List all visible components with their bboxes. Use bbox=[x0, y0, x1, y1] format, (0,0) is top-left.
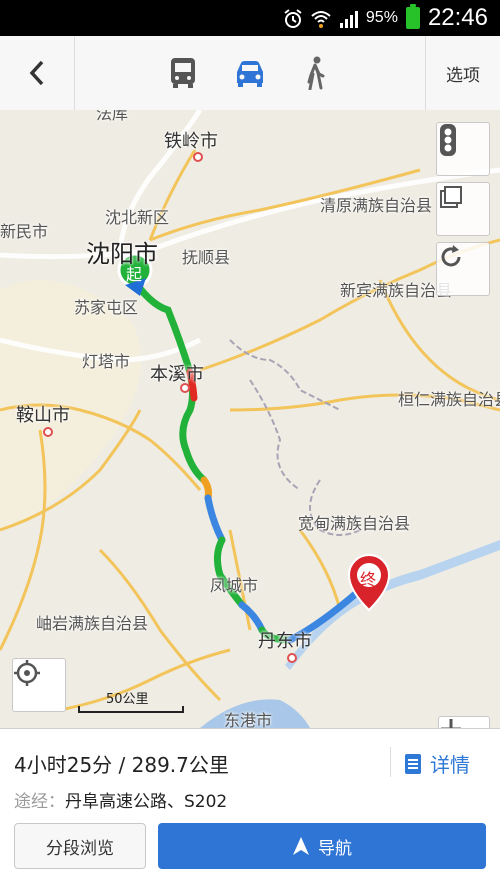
locate-me-button[interactable] bbox=[12, 658, 66, 712]
city-label-sujiatun: 苏家屯区 bbox=[74, 298, 139, 317]
city-label-xiuyan: 岫岩满族自治县 bbox=[36, 614, 149, 633]
clock: 22:46 bbox=[427, 4, 488, 31]
route-toolbar: 选项 bbox=[0, 36, 500, 111]
city-label-donggang: 东港市 bbox=[224, 711, 273, 728]
city-label-fushun: 抚顺县 bbox=[182, 248, 231, 267]
refresh-button[interactable] bbox=[436, 242, 490, 296]
bus-icon bbox=[171, 58, 195, 88]
alarm-icon bbox=[282, 8, 302, 28]
battery-percent: 95% bbox=[365, 9, 398, 26]
car-mode-button[interactable] bbox=[217, 36, 283, 110]
battery-icon bbox=[405, 4, 420, 29]
map-scale: 50公里 bbox=[78, 686, 184, 713]
segment-browse-button[interactable]: 分段浏览 bbox=[14, 823, 146, 869]
route-summary: 4小时25分 / 289.7公里 bbox=[14, 753, 229, 777]
city-label-benxi: 本溪市 bbox=[150, 364, 204, 385]
detail-label: 详情 bbox=[430, 753, 470, 777]
city-label-shenbei: 沈北新区 bbox=[105, 208, 170, 227]
via-value: 丹阜高速公路、S202 bbox=[65, 792, 228, 812]
back-button[interactable] bbox=[0, 36, 75, 110]
city-label-shenyang: 沈阳市 bbox=[86, 240, 158, 268]
detail-button[interactable]: 详情 bbox=[404, 749, 470, 778]
traffic-toggle-button[interactable] bbox=[436, 122, 490, 176]
bus-mode-button[interactable] bbox=[150, 36, 216, 110]
via-label: 途经： bbox=[14, 792, 65, 812]
city-label-huanren: 桓仁满族自治县 bbox=[398, 390, 500, 409]
city-label-dengta: 灯塔市 bbox=[82, 352, 131, 371]
city-label-tieling: 铁岭市 bbox=[164, 131, 218, 152]
layers-button[interactable] bbox=[436, 182, 490, 236]
navigation-arrow-icon bbox=[293, 837, 309, 855]
scale-label: 50公里 bbox=[106, 692, 149, 707]
city-label-fengcheng: 凤城市 bbox=[210, 576, 259, 595]
walk-icon bbox=[307, 56, 325, 90]
layers-icon bbox=[440, 186, 462, 208]
city-label-faku: 法库 bbox=[96, 110, 129, 123]
signal-icon bbox=[338, 8, 358, 28]
minus-icon bbox=[441, 727, 461, 728]
map-view[interactable]: 起 终 法库 铁岭市 沈北新区 新民市 沈阳市 抚顺县 苏家屯区 灯塔市 本溪市… bbox=[0, 110, 500, 728]
document-icon bbox=[405, 753, 421, 774]
city-label-dandong: 丹东市 bbox=[258, 631, 312, 652]
city-label-kuandian: 宽甸满族自治县 bbox=[298, 514, 411, 533]
city-label-qingyuan: 清原满族自治县 bbox=[320, 196, 433, 215]
city-label-anshan: 鞍山市 bbox=[16, 405, 70, 426]
end-marker-label: 终 bbox=[360, 570, 377, 589]
city-label-xinmin: 新民市 bbox=[0, 222, 49, 241]
zoom-controls bbox=[438, 716, 490, 728]
traffic-light-icon bbox=[440, 124, 456, 156]
navigate-button[interactable]: 导航 bbox=[158, 823, 486, 869]
navigate-label: 导航 bbox=[318, 838, 352, 859]
wifi-icon bbox=[310, 8, 331, 28]
status-right: 95% 22:46 bbox=[282, 0, 488, 36]
route-via: 途经：丹阜高速公路、S202 bbox=[14, 787, 227, 812]
walk-mode-button[interactable] bbox=[283, 36, 349, 110]
crosshair-icon bbox=[14, 660, 40, 686]
divider bbox=[390, 747, 391, 777]
status-bar: 95% 22:46 bbox=[0, 0, 500, 36]
chevron-left-icon bbox=[29, 60, 44, 86]
refresh-icon bbox=[441, 245, 461, 267]
options-button[interactable]: 选项 bbox=[425, 36, 500, 110]
car-icon bbox=[237, 61, 263, 87]
scale-bar bbox=[78, 706, 184, 713]
route-panel: 4小时25分 / 289.7公里 详情 途经：丹阜高速公路、S202 分段浏览 … bbox=[0, 728, 500, 890]
